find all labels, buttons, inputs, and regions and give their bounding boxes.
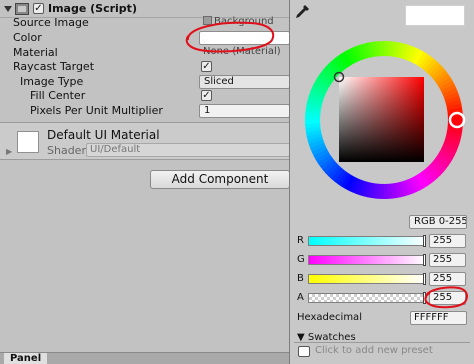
slider-row-b: B 255: [290, 272, 474, 286]
color-label: Color: [13, 31, 42, 44]
bottom-panel-bar: Panel: [0, 352, 290, 364]
image-type-label: Image Type: [20, 75, 84, 88]
sprite-object-icon: [203, 16, 212, 25]
current-color-preview: [405, 5, 465, 26]
value-field-r[interactable]: 255: [429, 234, 466, 248]
value-field-g[interactable]: 255: [429, 253, 466, 267]
pixels-per-unit-field[interactable]: 1: [199, 104, 290, 118]
image-component-icon: [15, 2, 29, 15]
hex-label: Hexadecimal: [297, 312, 362, 323]
shader-label: Shader: [47, 144, 86, 157]
add-preset-button[interactable]: [298, 346, 310, 357]
value-field-b[interactable]: 255: [429, 272, 466, 286]
color-field[interactable]: [199, 31, 290, 45]
expand-arrow-icon[interactable]: ▶: [6, 147, 12, 156]
slider-handle-g[interactable]: [423, 254, 426, 266]
component-title: Image (Script): [48, 2, 137, 15]
slider-g[interactable]: [308, 254, 426, 266]
fill-center-checkbox[interactable]: ✓: [201, 90, 212, 101]
color-mode-dropdown[interactable]: RGB 0-255: [409, 215, 467, 229]
add-preset-hint[interactable]: Click to add new preset: [315, 345, 433, 356]
slider-r[interactable]: [308, 235, 426, 247]
add-component-button[interactable]: Add Component: [150, 170, 290, 189]
pixels-per-unit-label: Pixels Per Unit Multiplier: [30, 104, 163, 117]
foldout-arrow-icon[interactable]: [4, 5, 12, 13]
color-wheel[interactable]: [299, 32, 469, 202]
slider-b[interactable]: [308, 273, 426, 285]
slider-handle-a[interactable]: [423, 292, 426, 304]
raycast-target-label: Raycast Target: [13, 60, 95, 73]
raycast-target-checkbox[interactable]: ✓: [201, 61, 212, 72]
slider-label-a: A: [297, 292, 304, 303]
component-enabled-checkbox[interactable]: ✓: [33, 3, 44, 14]
panel-tab[interactable]: Panel: [4, 353, 48, 364]
saturation-value-shade: [339, 77, 424, 162]
slider-handle-b[interactable]: [423, 273, 426, 285]
slider-label-g: G: [297, 254, 305, 265]
slider-handle-r[interactable]: [423, 235, 426, 247]
slider-row-a: A 255: [290, 291, 474, 305]
material-thumbnail: [17, 131, 39, 153]
slider-row-r: R 255: [290, 234, 474, 248]
source-image-field[interactable]: Background: [199, 16, 290, 30]
slider-label-b: B: [297, 273, 304, 284]
inspector-panel: ✓ Image (Script) Source Image Background…: [0, 0, 290, 364]
source-image-value: Background: [214, 16, 274, 27]
material-preview-block: Default UI Material Shader UI/Default ▶: [0, 122, 290, 160]
material-field[interactable]: None (Material): [199, 46, 290, 60]
slider-row-g: G 255: [290, 253, 474, 267]
image-type-dropdown[interactable]: Sliced: [199, 75, 290, 89]
value-field-a[interactable]: 255: [429, 291, 466, 305]
slider-label-r: R: [297, 235, 304, 246]
hex-input[interactable]: FFFFFF: [410, 311, 467, 325]
material-label: Material: [13, 46, 58, 59]
shader-dropdown[interactable]: UI/Default: [86, 143, 290, 157]
slider-a[interactable]: [308, 292, 426, 304]
color-picker-window: RGB 0-255 R 255 G 255 B 255 A 255 Hexade…: [289, 0, 474, 364]
material-title: Default UI Material: [47, 128, 160, 142]
source-image-label: Source Image: [13, 16, 89, 29]
eyedropper-icon[interactable]: [294, 4, 310, 20]
fill-center-label: Fill Center: [30, 89, 86, 102]
